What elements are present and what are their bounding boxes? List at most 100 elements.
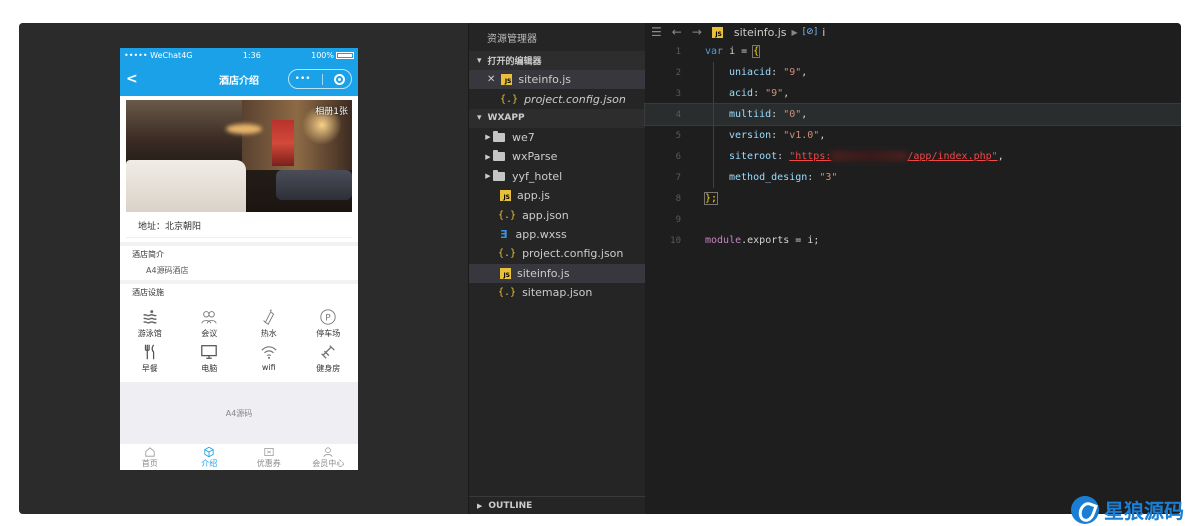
back-arrow-icon[interactable]: ← [672, 25, 682, 39]
code-line: 2 uniacid: "9", [645, 62, 1181, 83]
js-file-icon: JS [500, 267, 511, 279]
status-time: 1:36 [242, 50, 261, 60]
tree-file-app-json[interactable]: {.} app.json [469, 205, 645, 224]
nav-bar: < 酒店介绍 ••• [120, 62, 358, 96]
tab-bar: 首页 介绍 优惠券 会员中心 [120, 444, 358, 470]
facility-item: wifi [239, 343, 299, 374]
facilities-section: 酒店设施 [120, 280, 358, 301]
tab-coupon[interactable]: 优惠券 [239, 444, 299, 470]
hotel-photo[interactable]: 相册1张 [126, 100, 352, 212]
code-line: 5 version: "v1.0", [645, 125, 1181, 146]
facility-item: 电脑 [180, 343, 240, 374]
code-line: 6 siteroot: "https:/app/index.php", [645, 146, 1181, 167]
close-miniprogram-icon[interactable] [334, 73, 346, 85]
tab-home[interactable]: 首页 [120, 444, 180, 470]
folder-icon [493, 169, 505, 181]
coupon-icon [264, 448, 274, 456]
json-file-icon: {.} [498, 287, 517, 299]
code-line-current: 4 multiid: "0", [644, 103, 1181, 126]
svg-text:P: P [326, 314, 332, 324]
facility-item: P 停车场 [299, 308, 359, 339]
json-file-icon: {.} [498, 248, 517, 260]
forward-arrow-icon[interactable]: → [692, 25, 702, 39]
phone-screen: ••••• WeChat4G 1:36 100% < 酒店介绍 ••• 相册1张… [120, 48, 358, 470]
facility-item: 健身房 [299, 343, 359, 374]
chevron-right-icon: ▶ [477, 501, 483, 510]
code-line: 7 method_design: "3" [645, 167, 1181, 188]
facility-item: 热水 [239, 308, 299, 339]
member-icon [323, 447, 333, 457]
more-icon[interactable]: ••• [295, 74, 311, 84]
capsule-button[interactable]: ••• [288, 69, 352, 89]
chevron-right-icon: ▶ [485, 172, 491, 181]
facility-item: 早餐 [120, 343, 180, 374]
intro-section: 酒店简介 A4源码酒店 [120, 242, 358, 278]
json-file-icon: {.} [498, 209, 517, 221]
chevron-down-icon: ▾ [477, 55, 482, 66]
tab-intro[interactable]: 介绍 [180, 444, 240, 470]
intro-text: A4源码酒店 [146, 266, 189, 275]
variable-icon: [⊘] [802, 27, 818, 37]
close-icon[interactable]: ✕ [487, 74, 495, 85]
tree-file-sitemap[interactable]: {.} sitemap.json [469, 283, 645, 302]
tree-file-app-js[interactable]: JS app.js [469, 186, 645, 205]
open-editors-header[interactable]: ▾ 打开的编辑器 [469, 51, 645, 70]
json-file-icon: {.} [500, 93, 519, 105]
status-bar: ••••• WeChat4G 1:36 100% [120, 48, 358, 62]
code-line: 8 }; [675, 192, 719, 205]
breadcrumb-file[interactable]: siteinfo.js [734, 26, 787, 39]
battery-icon [335, 51, 354, 59]
intro-icon [204, 446, 214, 458]
code-editor: ☰ ← → JS siteinfo.js ▶ [⊘] i 1 var i = {… [644, 23, 1181, 514]
gym-icon [321, 345, 336, 359]
tree-folder-we7[interactable]: ▶ we7 [469, 128, 645, 147]
redacted-domain [831, 151, 908, 161]
css-file-icon: Ǝ [500, 227, 508, 241]
computer-icon [201, 345, 218, 359]
intro-label: 酒店简介 [132, 250, 164, 259]
facilities-label: 酒店设施 [132, 288, 164, 297]
editor-breadcrumb: ☰ ← → JS siteinfo.js ▶ [⊘] i [645, 23, 1181, 41]
code-line: 9 [675, 214, 681, 225]
tree-file-project-config[interactable]: {.} project.config.json [469, 244, 645, 263]
code-line: 1 var i = { [675, 45, 761, 58]
hot-water-icon [263, 309, 274, 325]
code-line: 10 module.exports = i; [670, 235, 820, 246]
wifi-icon [261, 346, 277, 359]
parking-icon: P [320, 309, 336, 325]
js-file-icon: JS [501, 74, 513, 86]
facility-item: 游泳馆 [120, 308, 180, 339]
tree-file-app-wxss[interactable]: Ǝ app.wxss [469, 225, 645, 244]
back-icon[interactable]: < [126, 71, 138, 87]
chevron-right-icon: ▶ [485, 133, 491, 142]
footer-brand: A4源码 [120, 382, 358, 444]
js-file-icon: JS [500, 190, 511, 202]
open-editor-project-config[interactable]: {.} project.config.json [469, 89, 645, 108]
simulator-panel: ••••• WeChat4G 1:36 100% < 酒店介绍 ••• 相册1张… [19, 23, 468, 514]
explorer-title: 资源管理器 [487, 33, 537, 45]
devtools-window: ••••• WeChat4G 1:36 100% < 酒店介绍 ••• 相册1张… [19, 23, 1181, 514]
code-line: 3 acid: "9", [645, 83, 1181, 104]
breadcrumb-separator-icon: ▶ [791, 27, 798, 37]
open-editor-siteinfo[interactable]: ✕ JS siteinfo.js [469, 70, 645, 90]
js-file-icon: JS [711, 26, 723, 38]
watermark-logo: 星狼源码 [1071, 495, 1184, 524]
tree-folder-wxparse[interactable]: ▶ wxParse [469, 147, 645, 166]
wxapp-header[interactable]: ▾ WXAPP [469, 108, 645, 128]
swimming-icon [142, 310, 157, 324]
carrier: ••••• WeChat4G [124, 50, 193, 60]
breadcrumb-symbol[interactable]: i [822, 26, 825, 39]
folder-icon [493, 150, 505, 162]
outline-header[interactable]: ▶ OUTLINE [469, 496, 646, 514]
tab-member[interactable]: 会员中心 [299, 444, 359, 470]
battery-percent: 100% [311, 50, 334, 60]
code-area[interactable]: 1 var i = { 2 uniacid: "9", 3 acid: "9",… [644, 41, 1181, 251]
hamburger-icon[interactable]: ☰ [651, 25, 662, 39]
facility-item: 会议 [180, 308, 240, 339]
tree-folder-yyf-hotel[interactable]: ▶ yyf_hotel [469, 167, 645, 186]
hotel-address: 地址：北京朝阳 [126, 214, 352, 238]
chevron-right-icon: ▶ [485, 152, 491, 161]
tree-file-siteinfo[interactable]: JS siteinfo.js [469, 263, 645, 283]
home-icon [145, 447, 155, 457]
facilities-grid: 游泳馆 会议 热水 P 停车场 早餐 电脑 wifi 健身房 [120, 308, 358, 374]
